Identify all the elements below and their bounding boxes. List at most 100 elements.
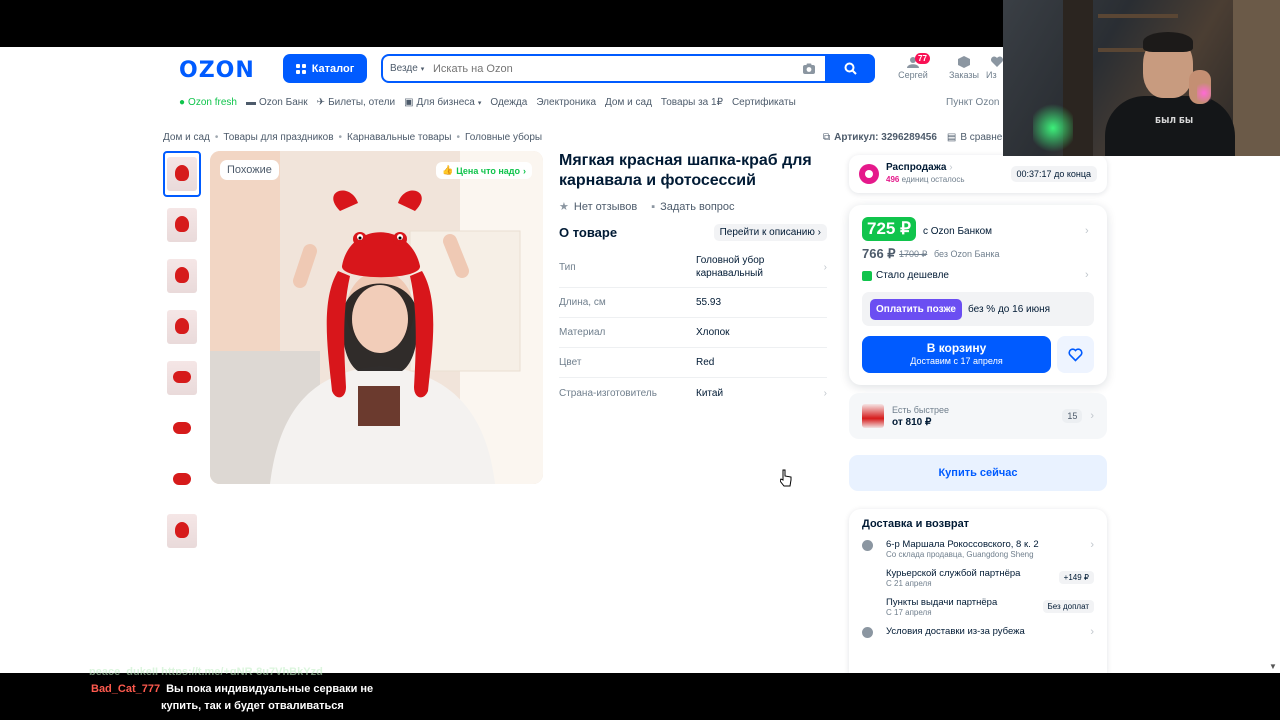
- sale-remaining: 496 единиц осталось: [886, 175, 965, 184]
- catalog-button[interactable]: Каталог: [283, 54, 367, 83]
- breadcrumb: Дом и сад • Товары для праздников • Карнав…: [163, 132, 542, 143]
- heart-icon: [990, 56, 1004, 67]
- spec-row[interactable]: Тип Головной убор карнавальный ›: [559, 247, 827, 288]
- nav-ozon-fresh[interactable]: ● Ozon fresh: [179, 97, 237, 108]
- thumbnail[interactable]: [163, 304, 201, 350]
- about-title: О товаре: [559, 225, 618, 240]
- profile-button[interactable]: 77 Сергей: [893, 53, 933, 80]
- thumbs-up-icon: 👍: [442, 165, 454, 175]
- pay-later-button[interactable]: Оплатить позже: [870, 298, 962, 320]
- chevron-right-icon[interactable]: ›: [1085, 225, 1089, 237]
- compare-button[interactable]: ▤ В сравне: [947, 132, 1002, 143]
- courier-date: С 21 апреля: [886, 579, 932, 588]
- nav-one-ruble[interactable]: Товары за 1₽: [661, 97, 723, 108]
- nav-label: Для бизнеса: [416, 97, 475, 108]
- camera-icon[interactable]: [799, 59, 819, 79]
- shirt-text: БЫЛ БЫ: [1155, 116, 1194, 125]
- faster-offer[interactable]: Есть быстрее от 810 ₽ 15 ›: [849, 393, 1107, 439]
- copy-article-button[interactable]: ⧉ Артикул: 3296289456: [823, 132, 937, 143]
- favorites-label: Из: [986, 70, 997, 80]
- spec-row: Цвет Red: [559, 348, 827, 378]
- thumbnail[interactable]: [163, 457, 201, 503]
- thumbnail[interactable]: [163, 253, 201, 299]
- profile-label: Сергей: [898, 70, 928, 80]
- good-price-badge[interactable]: 👍 Цена что надо ›: [436, 162, 533, 179]
- thumbnail-image: [167, 157, 197, 191]
- article-number: Артикул: 3296289456: [834, 132, 937, 143]
- plane-icon: ✈: [316, 97, 326, 108]
- orders-button[interactable]: Заказы: [944, 56, 984, 80]
- nav-clothes[interactable]: Одежда: [490, 97, 527, 108]
- article-info: ⧉ Артикул: 3296289456 ▤ В сравне: [823, 132, 1002, 143]
- offers-count: 15: [1062, 409, 1083, 423]
- nav-home-garden[interactable]: Дом и сад: [605, 97, 652, 108]
- thumbnail[interactable]: [163, 406, 201, 452]
- pay-later-text: без % до 16 июня: [967, 303, 1051, 315]
- chevron-down-icon: ▾: [477, 99, 482, 107]
- webcam-shelf: [1233, 0, 1280, 156]
- breadcrumb-separator: •: [456, 132, 460, 143]
- good-price-label: Цена что надо: [456, 165, 521, 176]
- nav-electronics[interactable]: Электроника: [536, 97, 596, 108]
- delivery-courier-row[interactable]: Курьерской службой партнёра С 21 апреля +…: [862, 568, 1094, 589]
- thumbnail[interactable]: [163, 355, 201, 401]
- info-icon: [862, 626, 886, 638]
- search-input[interactable]: [433, 56, 799, 81]
- thumbnail[interactable]: [163, 151, 201, 197]
- delivery-points-row[interactable]: Пункты выдачи партнёра С 17 апреля Без до…: [862, 597, 1094, 618]
- chevron-right-icon[interactable]: ›: [1085, 269, 1089, 281]
- webcam-shelf: [1098, 14, 1178, 18]
- search-scope-select[interactable]: Везде ▾: [383, 63, 433, 74]
- buy-now-button[interactable]: Купить сейчас: [849, 455, 1107, 491]
- price-dropped-label: Стало дешевле: [876, 270, 949, 281]
- similar-products-button[interactable]: Похожие: [220, 160, 279, 180]
- delivery-conditions: Условия доставки из-за рубежа: [886, 626, 1025, 637]
- thumbnail[interactable]: [163, 508, 201, 554]
- chevron-right-icon: ›: [823, 261, 827, 273]
- spec-row[interactable]: Страна-изготовитель Китай ›: [559, 378, 827, 408]
- breadcrumb-item[interactable]: Карнавальные товары: [347, 132, 451, 143]
- scroll-down-arrow[interactable]: ▼: [1269, 662, 1277, 671]
- add-to-cart-label: В корзину: [926, 341, 987, 355]
- chevron-right-icon: ›: [523, 165, 527, 176]
- product-photo[interactable]: Похожие 👍 Цена что надо ›: [210, 151, 543, 484]
- delivery-conditions-row[interactable]: Условия доставки из-за рубежа ›: [862, 626, 1094, 638]
- spec-value: Хлопок: [696, 327, 730, 338]
- breadcrumb-item[interactable]: Дом и сад: [163, 132, 210, 143]
- points-price-tag: Без доплат: [1042, 600, 1094, 613]
- bank-price[interactable]: 725 ₽: [862, 217, 916, 241]
- chevron-down-icon: ▾: [420, 65, 425, 73]
- price-dropped-link[interactable]: Стало дешевле: [862, 270, 949, 281]
- sale-text: Распродажа › 496 единиц осталось: [886, 162, 1011, 186]
- bank-price-label: с Ozon Банком: [923, 226, 993, 237]
- ask-question-link[interactable]: ▪ Задать вопрос: [651, 200, 734, 213]
- compare-icon: ▤: [946, 132, 957, 143]
- breadcrumb-item[interactable]: Товары для праздников: [223, 132, 333, 143]
- nav-certificates[interactable]: Сертификаты: [732, 97, 796, 108]
- compare-label: В сравне: [960, 132, 1003, 143]
- go-to-description-button[interactable]: Перейти к описанию ›: [713, 224, 827, 241]
- stream-chat-overlay: [0, 673, 1280, 720]
- search-button[interactable]: [825, 54, 875, 83]
- chat-icon: ▪: [651, 200, 656, 213]
- breadcrumb-item[interactable]: Головные уборы: [465, 132, 542, 143]
- regular-price: 766 ₽: [862, 246, 896, 261]
- pickup-point-link[interactable]: Пункт Ozon: [946, 97, 999, 108]
- spec-key: Страна-изготовитель: [559, 387, 657, 399]
- nav-ozon-bank[interactable]: ▬ Ozon Банк: [246, 97, 308, 108]
- nav-business[interactable]: ▣ Для бизнеса ▾: [404, 97, 481, 108]
- ozon-logo[interactable]: OZON: [179, 58, 255, 83]
- favorite-button[interactable]: [1057, 336, 1094, 373]
- spec-list: Тип Головной убор карнавальный › Длина, см…: [559, 247, 827, 408]
- timer-suffix: до конца: [1054, 169, 1091, 179]
- nav-tickets[interactable]: ✈ Билеты, отели: [317, 97, 395, 108]
- orders-label: Заказы: [948, 70, 980, 80]
- webcam-person: [1105, 96, 1235, 156]
- add-to-cart-button[interactable]: В корзину Доставим с 17 апреля: [862, 336, 1051, 373]
- thumbnail[interactable]: [163, 202, 201, 248]
- spec-key: Длина, см: [559, 297, 606, 308]
- reviews-link[interactable]: ★ Нет отзывов: [559, 200, 637, 214]
- sale-banner[interactable]: Распродажа › 496 единиц осталось 00:37:1…: [849, 155, 1107, 193]
- pay-later-block[interactable]: Оплатить позже без % до 16 июня: [862, 292, 1094, 326]
- delivery-address-row[interactable]: 6-р Маршала Рокоссовского, 8 к. 2 Со скла…: [862, 539, 1094, 560]
